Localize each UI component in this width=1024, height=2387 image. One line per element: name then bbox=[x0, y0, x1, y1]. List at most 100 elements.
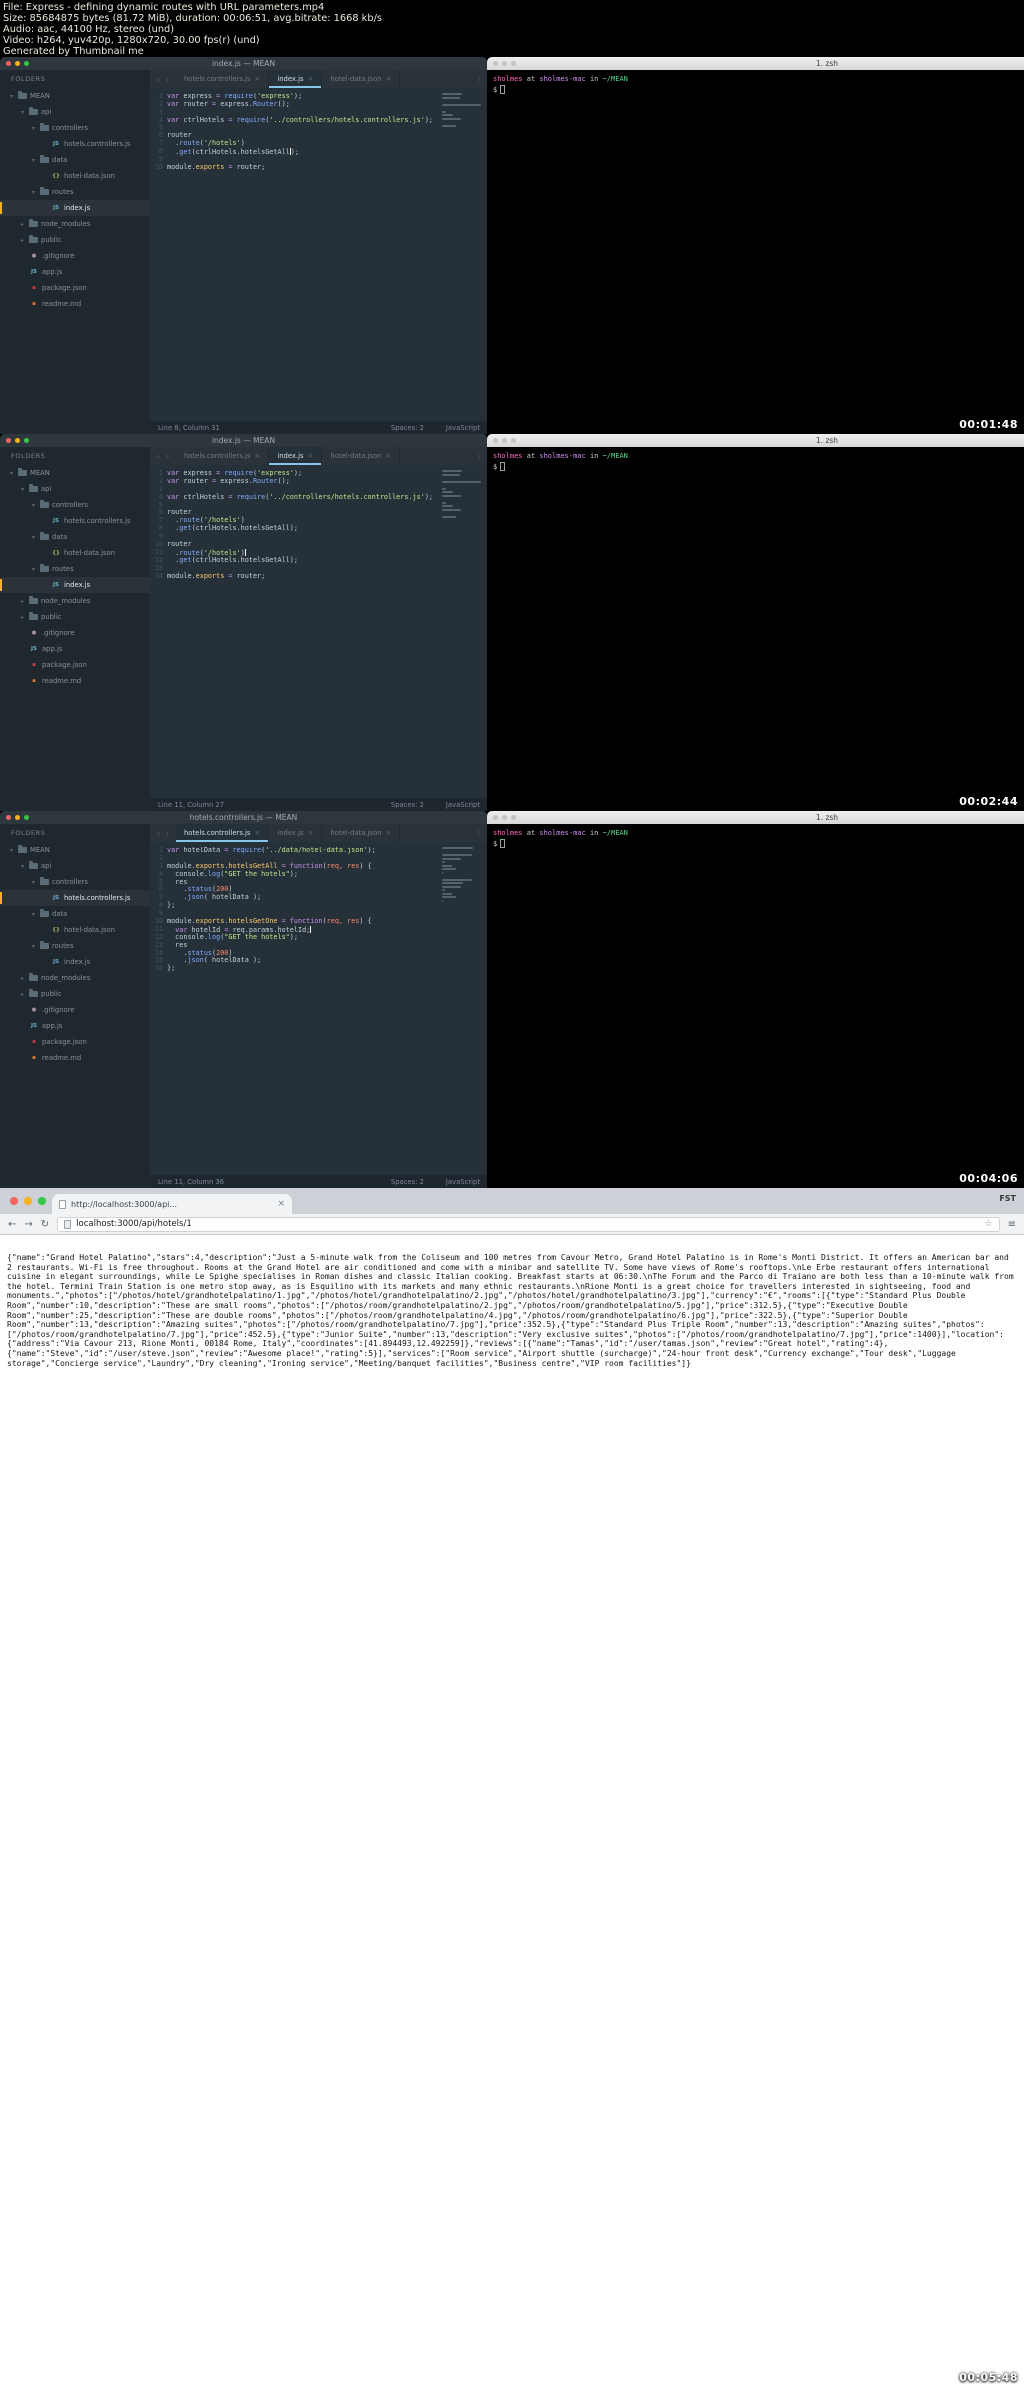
menu-icon[interactable]: ≡ bbox=[1008, 1219, 1016, 1230]
zoom-button[interactable] bbox=[38, 1197, 46, 1205]
chevron-down-icon[interactable]: ▾ bbox=[30, 125, 37, 132]
code-editor[interactable]: 1 2 3 4 5 6 7 8 9 10 11 12 13 14 var express = requir… bbox=[150, 465, 487, 798]
tree-item-public[interactable]: ▸ public bbox=[0, 986, 150, 1002]
chevron-right-icon[interactable]: ▸ bbox=[19, 221, 26, 228]
chevron-down-icon[interactable]: ▾ bbox=[30, 943, 37, 950]
minimize-button[interactable] bbox=[24, 1197, 32, 1205]
history-back-icon[interactable]: ‹ bbox=[157, 452, 160, 461]
tab-overflow-icon[interactable]: ⋮ bbox=[471, 70, 487, 88]
tab-close-icon[interactable]: × bbox=[308, 452, 314, 460]
tree-item-node_modules[interactable]: ▸ node_modules bbox=[0, 216, 150, 232]
tree-item-package.json[interactable]: ▪ package.json bbox=[0, 657, 150, 673]
indent-setting[interactable]: Spaces: 2 bbox=[391, 1178, 424, 1186]
minimap[interactable] bbox=[442, 470, 484, 519]
tree-item-routes[interactable]: ▾ routes bbox=[0, 938, 150, 954]
history-back-icon[interactable]: ‹ bbox=[157, 75, 160, 84]
zoom-button[interactable] bbox=[511, 438, 516, 443]
editor-tab-index.js[interactable]: index.js × bbox=[269, 824, 323, 842]
browser-tab[interactable]: http://localhost:3000/api... × bbox=[52, 1194, 292, 1214]
minimize-button[interactable] bbox=[15, 61, 20, 66]
tree-item-package.json[interactable]: ▪ package.json bbox=[0, 280, 150, 296]
tree-item-app.js[interactable]: JS app.js bbox=[0, 264, 150, 280]
tree-item-routes[interactable]: ▾ routes bbox=[0, 561, 150, 577]
forward-icon[interactable]: → bbox=[24, 1219, 32, 1230]
tree-item-hotels.controllers.js[interactable]: JS hotels.controllers.js bbox=[0, 136, 150, 152]
indent-setting[interactable]: Spaces: 2 bbox=[391, 424, 424, 432]
minimize-button[interactable] bbox=[502, 815, 507, 820]
tree-item-MEAN[interactable]: ▾ MEAN bbox=[0, 88, 150, 104]
editor-tab-hotels.controllers.js[interactable]: hotels.controllers.js × bbox=[176, 70, 270, 88]
editor-tab-hotel-data.json[interactable]: hotel-data.json × bbox=[322, 447, 401, 465]
chevron-down-icon[interactable]: ▾ bbox=[30, 502, 37, 509]
close-button[interactable] bbox=[6, 815, 11, 820]
chevron-right-icon[interactable]: ▸ bbox=[19, 237, 26, 244]
tree-item-app.js[interactable]: JS app.js bbox=[0, 1018, 150, 1034]
chevron-down-icon[interactable]: ▾ bbox=[30, 911, 37, 918]
chevron-down-icon[interactable]: ▾ bbox=[30, 566, 37, 573]
chevron-down-icon[interactable]: ▾ bbox=[8, 93, 15, 100]
tree-item-index.js[interactable]: JS index.js bbox=[0, 577, 150, 593]
tree-item-controllers[interactable]: ▾ controllers bbox=[0, 120, 150, 136]
chevron-down-icon[interactable]: ▾ bbox=[30, 189, 37, 196]
minimize-button[interactable] bbox=[502, 438, 507, 443]
chevron-down-icon[interactable]: ▾ bbox=[30, 534, 37, 541]
close-button[interactable] bbox=[10, 1197, 18, 1205]
tree-item-public[interactable]: ▸ public bbox=[0, 232, 150, 248]
chevron-down-icon[interactable]: ▾ bbox=[8, 470, 15, 477]
history-back-icon[interactable]: ‹ bbox=[157, 829, 160, 838]
tree-item-.gitignore[interactable]: ● .gitignore bbox=[0, 248, 150, 264]
tab-close-icon[interactable]: × bbox=[277, 1199, 285, 1209]
tab-close-icon[interactable]: × bbox=[385, 829, 391, 837]
terminal-titlebar[interactable]: 1. zsh bbox=[487, 57, 1024, 70]
tree-item-hotel-data.json[interactable]: {} hotel-data.json bbox=[0, 168, 150, 184]
tree-item-index.js[interactable]: JS index.js bbox=[0, 954, 150, 970]
tab-close-icon[interactable]: × bbox=[254, 75, 260, 83]
close-button[interactable] bbox=[493, 438, 498, 443]
tab-close-icon[interactable]: × bbox=[254, 829, 260, 837]
close-button[interactable] bbox=[6, 438, 11, 443]
chevron-right-icon[interactable]: ▸ bbox=[19, 598, 26, 605]
tree-item-api[interactable]: ▾ api bbox=[0, 858, 150, 874]
tree-item-data[interactable]: ▾ data bbox=[0, 906, 150, 922]
tree-item-public[interactable]: ▸ public bbox=[0, 609, 150, 625]
minimize-button[interactable] bbox=[502, 61, 507, 66]
tree-item-hotels.controllers.js[interactable]: JS hotels.controllers.js bbox=[0, 513, 150, 529]
editor-titlebar[interactable]: index.js — MEAN bbox=[0, 57, 487, 70]
chevron-right-icon[interactable]: ▸ bbox=[19, 991, 26, 998]
close-button[interactable] bbox=[493, 815, 498, 820]
terminal-output[interactable]: sholmes at sholmes-mac in ~/MEAN $ bbox=[487, 824, 1024, 854]
tree-item-MEAN[interactable]: ▾ MEAN bbox=[0, 842, 150, 858]
tree-item-app.js[interactable]: JS app.js bbox=[0, 641, 150, 657]
minimap[interactable] bbox=[442, 847, 484, 903]
tree-item-hotels.controllers.js[interactable]: JS hotels.controllers.js bbox=[0, 890, 150, 906]
tree-item-readme.md[interactable]: ▪ readme.md bbox=[0, 673, 150, 689]
code-editor[interactable]: 1 2 3 4 5 6 7 8 9 10 11 12 13 14 15 16 var hotelData = … bbox=[150, 842, 487, 1175]
editor-tab-index.js[interactable]: index.js × bbox=[269, 70, 323, 88]
tree-item-routes[interactable]: ▾ routes bbox=[0, 184, 150, 200]
tree-item-data[interactable]: ▾ data bbox=[0, 529, 150, 545]
terminal-output[interactable]: sholmes at sholmes-mac in ~/MEAN $ bbox=[487, 70, 1024, 100]
editor-tab-hotels.controllers.js[interactable]: hotels.controllers.js × bbox=[176, 447, 270, 465]
tab-close-icon[interactable]: × bbox=[385, 452, 391, 460]
editor-tab-index.js[interactable]: index.js × bbox=[269, 447, 323, 465]
tree-item-node_modules[interactable]: ▸ node_modules bbox=[0, 970, 150, 986]
chevron-right-icon[interactable]: ▸ bbox=[19, 614, 26, 621]
tree-item-controllers[interactable]: ▾ controllers bbox=[0, 497, 150, 513]
syntax-setting[interactable]: JavaScript bbox=[446, 801, 480, 809]
tree-item-data[interactable]: ▾ data bbox=[0, 152, 150, 168]
tree-item-package.json[interactable]: ▪ package.json bbox=[0, 1034, 150, 1050]
tree-item-index.js[interactable]: JS index.js bbox=[0, 200, 150, 216]
terminal-titlebar[interactable]: 1. zsh bbox=[487, 811, 1024, 824]
tree-item-.gitignore[interactable]: ● .gitignore bbox=[0, 625, 150, 641]
history-forward-icon[interactable]: › bbox=[166, 829, 169, 838]
chevron-right-icon[interactable]: ▸ bbox=[19, 975, 26, 982]
editor-tab-hotels.controllers.js[interactable]: hotels.controllers.js × bbox=[176, 824, 270, 842]
chevron-down-icon[interactable]: ▾ bbox=[19, 109, 26, 116]
minimize-button[interactable] bbox=[15, 438, 20, 443]
close-button[interactable] bbox=[6, 61, 11, 66]
syntax-setting[interactable]: JavaScript bbox=[446, 1178, 480, 1186]
tree-item-readme.md[interactable]: ▪ readme.md bbox=[0, 1050, 150, 1066]
editor-tab-hotel-data.json[interactable]: hotel-data.json × bbox=[322, 70, 401, 88]
address-bar[interactable]: localhost:3000/api/hotels/1 ☆ bbox=[57, 1216, 1000, 1232]
tree-item-readme.md[interactable]: ▪ readme.md bbox=[0, 296, 150, 312]
